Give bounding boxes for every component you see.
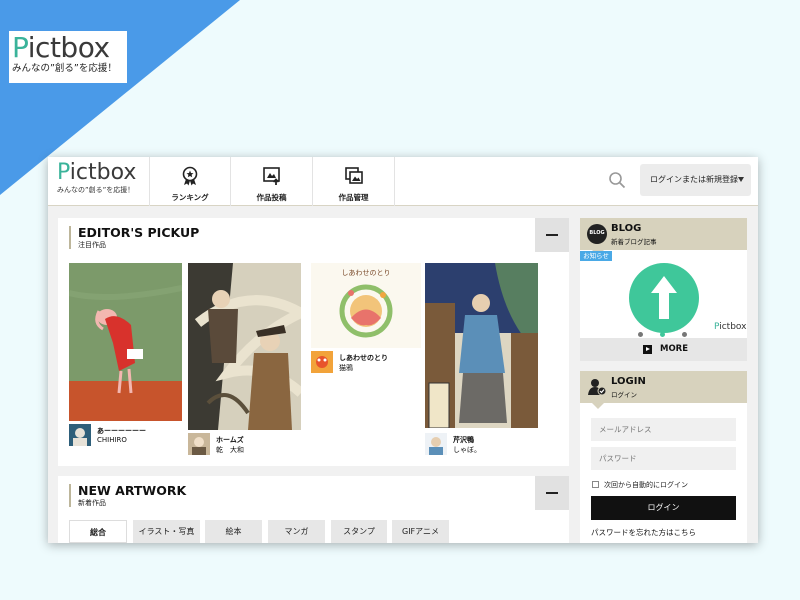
artwork-thumbnail[interactable] (425, 263, 538, 428)
slide-dot[interactable] (660, 332, 665, 337)
nav-manage-artwork-label: 作品管理 (338, 193, 369, 202)
tab-all[interactable]: 総合 (69, 520, 127, 543)
collapse-button[interactable] (535, 218, 569, 252)
login-panel: LOGIN ログイン 次回から自動的にログイン ログイン パスワードを忘れた方は… (580, 371, 747, 543)
promo-logo: Pictbox みんなの”創る”を応援！ (9, 31, 127, 83)
promo-tagline: みんなの”創る”を応援！ (12, 63, 117, 74)
tab-stamp[interactable]: スタンプ (331, 520, 387, 543)
browser-window: Pictbox みんなの”創る”を応援！ ランキング 作品投稿 作品管理 ログイ… (48, 157, 758, 543)
nav-post-artwork[interactable]: 作品投稿 (231, 157, 313, 206)
section-header: EDITOR'S PICKUP 注目作品 (58, 218, 569, 252)
blog-slide-logo: Pictbox (714, 322, 747, 332)
artwork-author[interactable]: しあわせのとり 猫鴉 (311, 351, 421, 375)
section-accent-bar (69, 226, 71, 249)
ranking-badge-icon (182, 166, 198, 186)
caret-down-icon (738, 177, 744, 182)
artwork-author[interactable]: あーーーーーー CHIHIRO (69, 424, 182, 448)
blog-slide[interactable] (627, 261, 701, 335)
remember-me-label: 次回から自動的にログイン (604, 481, 688, 489)
blog-header: BLOG BLOG 新着ブログ記事 (580, 218, 747, 256)
author-avatar (69, 424, 91, 446)
manage-artwork-icon (344, 167, 363, 184)
tab-gif-animation[interactable]: GIFアニメ (392, 520, 449, 543)
login-subtitle: ログイン (611, 391, 637, 399)
artwork-thumbnail[interactable] (69, 263, 182, 421)
nav-ranking[interactable]: ランキング (149, 157, 231, 206)
more-button[interactable]: MORE (580, 338, 747, 361)
blog-panel: BLOG BLOG 新着ブログ記事 お知らせ Pictbox MORE (580, 218, 747, 361)
more-label: MORE (660, 344, 689, 354)
author-name: 猫鴉 (339, 364, 353, 372)
author-avatar (188, 433, 210, 455)
author-name: CHIHIRO (97, 436, 127, 444)
nav-post-artwork-label: 作品投稿 (256, 193, 287, 202)
login-title: LOGIN (611, 376, 646, 387)
tab-illustration-photo[interactable]: イラスト・写真 (133, 520, 200, 543)
author-avatar (311, 351, 333, 373)
section-accent-bar (69, 484, 71, 507)
section-header: NEW ARTWORK 新着作品 (58, 476, 569, 510)
tab-manga[interactable]: マンガ (268, 520, 325, 543)
login-register-dropdown[interactable]: ログインまたは新規登録 (640, 164, 751, 196)
password-field[interactable] (591, 447, 736, 470)
search-icon[interactable] (608, 171, 626, 189)
artwork-title: あーーーーーー (97, 427, 146, 435)
blog-title: BLOG (611, 223, 642, 234)
site-logo[interactable]: Pictbox みんなの”創る”を応援！ (57, 161, 136, 195)
login-button[interactable]: ログイン (591, 496, 736, 520)
artwork-title: 芹沢鴨 (453, 436, 474, 444)
login-register-label: ログインまたは新規登録 (650, 175, 738, 184)
artwork-title: ホームズ (216, 436, 244, 444)
section-subtitle: 新着作品 (78, 499, 106, 507)
artwork-author[interactable]: ホームズ 乾 大和 (188, 433, 301, 457)
cover-title: しあわせのとり (341, 269, 391, 277)
login-header: LOGIN ログイン (580, 371, 747, 409)
slide-dot[interactable] (638, 332, 643, 337)
slide-dot[interactable] (682, 332, 687, 337)
artwork-thumbnail[interactable]: しあわせのとり (311, 263, 421, 348)
notice-tag: お知らせ (580, 251, 612, 261)
upload-artwork-icon (262, 167, 280, 185)
checkbox-box (592, 481, 599, 488)
section-title: EDITOR'S PICKUP (78, 225, 200, 240)
artwork-title: しあわせのとり (339, 354, 388, 362)
new-artwork-section: NEW ARTWORK 新着作品 総合 イラスト・写真 絵本 マンガ スタンプ … (58, 476, 569, 543)
author-name: しゃぼ。 (453, 446, 481, 454)
tab-picture-book[interactable]: 絵本 (205, 520, 262, 543)
forgot-password-link[interactable]: パスワードを忘れた方はこちら (591, 527, 696, 538)
nav-manage-artwork[interactable]: 作品管理 (313, 157, 395, 206)
blog-subtitle: 新着ブログ記事 (611, 238, 657, 246)
remember-me-checkbox[interactable]: 次回から自動的にログイン (591, 479, 741, 491)
artwork-thumbnail[interactable] (188, 263, 301, 430)
arrow-up-icon (629, 263, 699, 333)
chevron-right-icon (643, 345, 652, 354)
email-field[interactable] (591, 418, 736, 441)
site-tagline: みんなの”創る”を応援！ (57, 186, 135, 194)
author-name: 乾 大和 (216, 446, 244, 454)
section-subtitle: 注目作品 (78, 241, 106, 249)
author-avatar (425, 433, 447, 455)
section-title: NEW ARTWORK (78, 483, 187, 498)
nav-ranking-label: ランキング (171, 193, 209, 202)
site-header: Pictbox みんなの”創る”を応援！ ランキング 作品投稿 作品管理 ログイ… (48, 157, 758, 206)
editors-pickup-section: EDITOR'S PICKUP 注目作品 あーーーーーー CHIHIRO ホーム… (58, 218, 569, 466)
artwork-author[interactable]: 芹沢鴨 しゃぼ。 (425, 433, 538, 457)
collapse-button[interactable] (535, 476, 569, 510)
user-check-icon (588, 379, 606, 396)
blog-badge-icon: BLOG (587, 224, 607, 244)
